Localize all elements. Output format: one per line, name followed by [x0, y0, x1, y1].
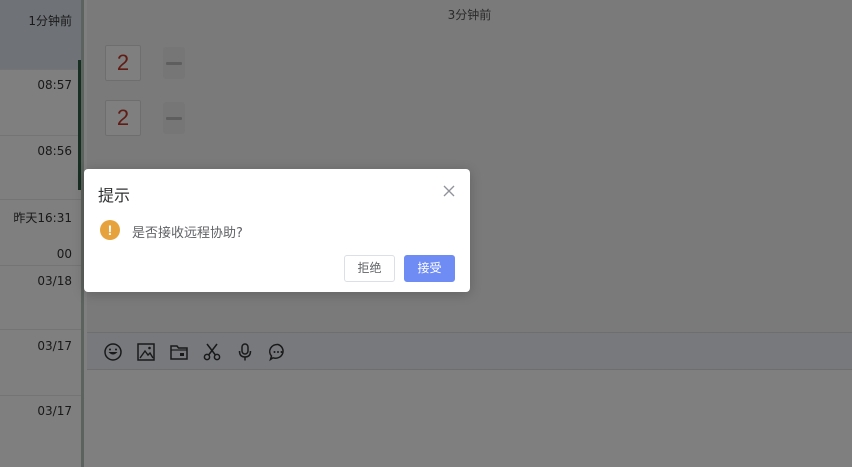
warning-icon: ! [100, 220, 120, 240]
dialog-message: 是否接收远程协助? [132, 226, 243, 241]
dialog-title: 提示 [98, 186, 131, 205]
remote-assist-dialog: 提示 ! 是否接收远程协助? 拒绝 接受 [84, 169, 470, 292]
accept-button[interactable]: 接受 [404, 255, 455, 282]
reject-button[interactable]: 拒绝 [344, 255, 395, 282]
close-icon[interactable] [442, 183, 456, 197]
